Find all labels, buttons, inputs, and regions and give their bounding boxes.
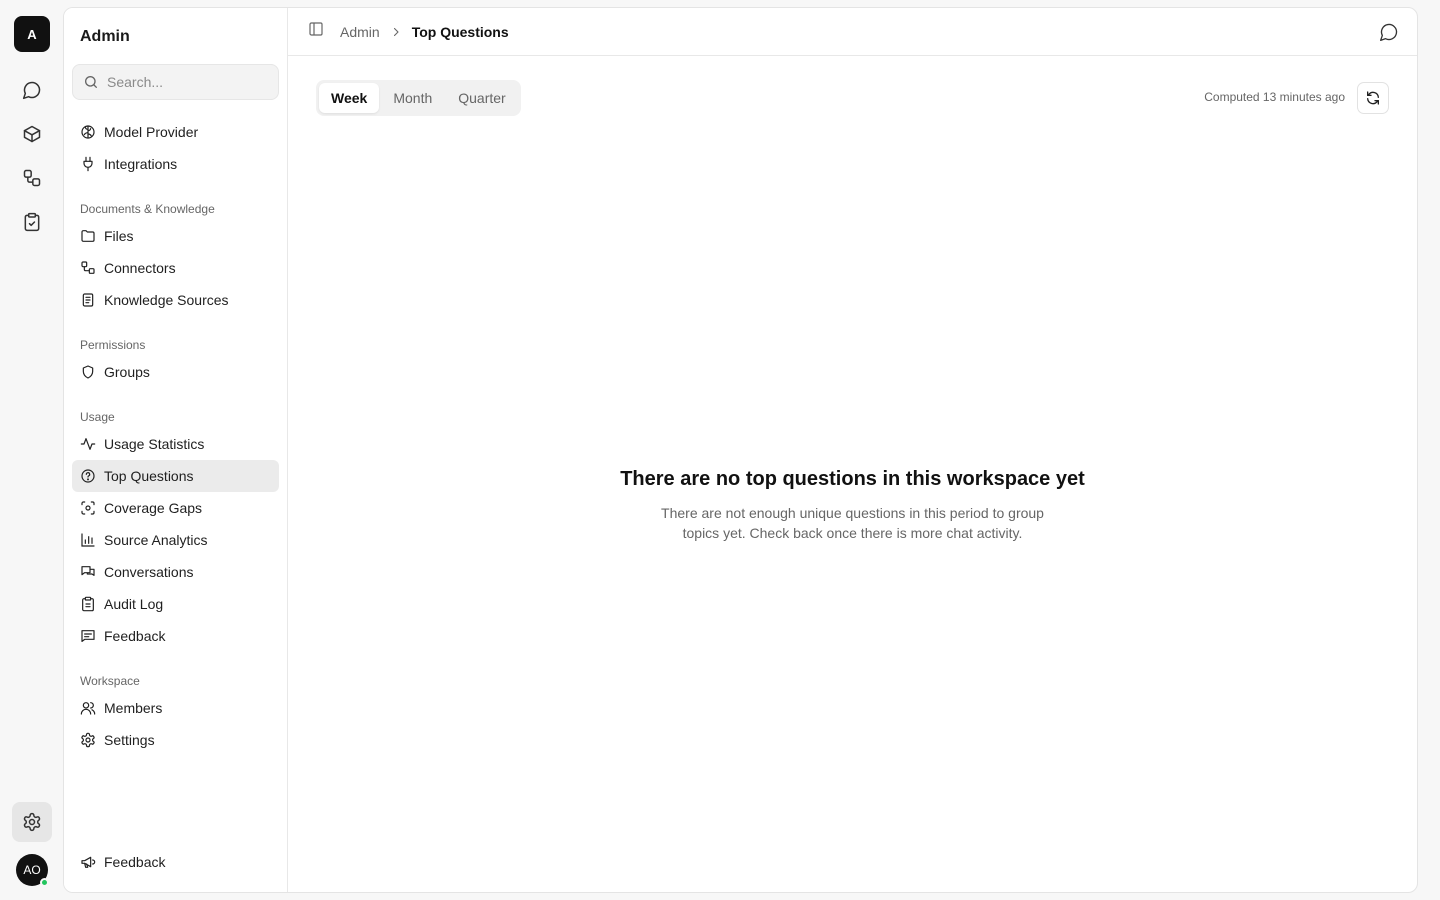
sidebar-item-label: Model Provider <box>104 124 199 140</box>
section-permissions: Permissions <box>80 338 146 352</box>
megaphone-icon <box>81 856 96 868</box>
activity-icon <box>80 438 96 450</box>
sidebar-item-audit-log[interactable]: Audit Log <box>72 588 279 620</box>
sidebar-item-connectors[interactable]: Connectors <box>72 252 279 284</box>
breadcrumb-current: Top Questions <box>411 23 509 40</box>
sidebar-item-model-provider[interactable]: Model Provider <box>72 116 279 148</box>
sidebar-item-label: Settings <box>104 732 155 748</box>
period-week-tab[interactable]: Week <box>319 83 380 113</box>
computed-timestamp: Computed 13 minutes ago <box>1204 90 1345 104</box>
workspace-badge[interactable]: A <box>14 16 50 52</box>
sidebar-item-members[interactable]: Members <box>72 692 279 724</box>
sidebar-item-coverage-gaps[interactable]: Coverage Gaps <box>72 492 279 524</box>
empty-state: There are no top questions in this works… <box>288 468 1417 543</box>
sidebar-item-feedback[interactable]: Feedback <box>72 620 279 652</box>
box-icon <box>23 125 41 143</box>
sidebar-footer: Feedback <box>72 846 279 878</box>
panel-left-icon <box>309 22 323 36</box>
sidebar-item-knowledge-sources[interactable]: Knowledge Sources <box>72 284 279 316</box>
sidebar-item-label: Connectors <box>104 260 176 276</box>
plug-icon <box>83 156 93 172</box>
sidebar-item-label: Knowledge Sources <box>104 292 229 308</box>
section-usage: Usage <box>80 410 115 424</box>
clipboard-check-icon <box>24 212 40 232</box>
rail-agents-button[interactable] <box>14 116 50 152</box>
rail-tasks-button[interactable] <box>14 204 50 240</box>
app-rail: A AO <box>0 0 64 900</box>
search-icon <box>85 76 97 88</box>
brain-icon <box>81 125 95 139</box>
sidebar-item-label: Coverage Gaps <box>104 500 203 516</box>
admin-panel: Admin Model Provider Integrations Docume… <box>63 7 1418 893</box>
online-status-dot <box>40 878 49 887</box>
sidebar-item-settings[interactable]: Settings <box>72 724 279 756</box>
gear-icon <box>23 812 41 832</box>
sidebar-item-source-analytics[interactable]: Source Analytics <box>72 524 279 556</box>
sidebar-search[interactable] <box>72 64 279 100</box>
messages-icon <box>81 566 95 576</box>
empty-state-title: There are no top questions in this works… <box>620 468 1085 490</box>
bar-chart-icon <box>81 533 95 547</box>
sidebar-item-top-questions[interactable]: Top Questions <box>72 460 279 492</box>
rail-workflows-button[interactable] <box>14 160 50 196</box>
chat-bubble-icon <box>22 81 41 100</box>
sidebar-footer-feedback[interactable]: Feedback <box>72 846 279 878</box>
period-segmented-control: Week Month Quarter <box>316 80 521 116</box>
user-avatar[interactable]: AO <box>16 854 49 887</box>
rail-settings-button[interactable] <box>12 802 52 842</box>
sidebar-item-groups[interactable]: Groups <box>72 356 279 388</box>
chevron-right-icon <box>390 26 402 38</box>
sidebar-item-label: Groups <box>104 364 150 380</box>
sidebar-item-usage-statistics[interactable]: Usage Statistics <box>72 428 279 460</box>
topbar: Admin Top Questions <box>288 8 1417 56</box>
sidebar-title: Admin <box>80 28 130 45</box>
sidebar-item-label: Feedback <box>104 854 166 870</box>
refresh-icon <box>1367 91 1379 105</box>
connector-icon <box>81 261 95 274</box>
admin-nav: Model Provider Integrations Documents & … <box>72 116 279 756</box>
document-icon <box>82 293 94 307</box>
section-documents-knowledge: Documents & Knowledge <box>80 202 215 216</box>
sidebar-item-label: Source Analytics <box>104 532 208 548</box>
users-icon <box>80 702 96 715</box>
search-input[interactable] <box>107 74 268 90</box>
sidebar-item-label: Top Questions <box>104 468 194 484</box>
period-month-tab[interactable]: Month <box>381 83 444 113</box>
refresh-button[interactable] <box>1357 82 1389 114</box>
breadcrumb-parent[interactable]: Admin <box>340 24 380 40</box>
sidebar-item-label: Audit Log <box>104 596 164 612</box>
admin-sidebar: Admin Model Provider Integrations Docume… <box>64 8 288 892</box>
message-square-text-icon <box>81 630 95 642</box>
gear-icon <box>81 732 95 748</box>
chat-bubble-icon <box>1380 23 1398 41</box>
avatar-initials: AO <box>23 863 41 877</box>
workflow-icon <box>23 169 41 187</box>
folder-icon <box>81 230 95 242</box>
sidebar-item-files[interactable]: Files <box>72 220 279 252</box>
sidebar-item-label: Conversations <box>104 564 194 580</box>
rail-chat-button[interactable] <box>14 72 50 108</box>
section-workspace: Workspace <box>80 674 140 688</box>
period-toolbar: Week Month Quarter Computed 13 minutes a… <box>316 80 1389 116</box>
period-quarter-tab[interactable]: Quarter <box>446 83 517 113</box>
clipboard-list-icon <box>82 596 94 612</box>
breadcrumb: Admin Top Questions <box>340 24 509 40</box>
sidebar-item-label: Files <box>104 228 134 244</box>
sidebar-item-label: Members <box>104 700 163 716</box>
empty-state-description: There are not enough unique questions in… <box>661 505 1044 541</box>
sidebar-item-integrations[interactable]: Integrations <box>72 148 279 180</box>
sidebar-item-label: Usage Statistics <box>104 436 205 452</box>
main-content: Admin Top Questions Week Month Quarter C… <box>288 8 1417 892</box>
sidebar-item-conversations[interactable]: Conversations <box>72 556 279 588</box>
question-circle-icon <box>81 469 95 483</box>
sidebar-item-label: Feedback <box>104 628 166 644</box>
sidebar-toggle-button[interactable] <box>308 21 324 42</box>
assistant-button[interactable] <box>1379 22 1399 42</box>
sidebar-item-label: Integrations <box>104 156 178 172</box>
scan-icon <box>81 501 95 515</box>
shield-icon <box>82 365 94 379</box>
